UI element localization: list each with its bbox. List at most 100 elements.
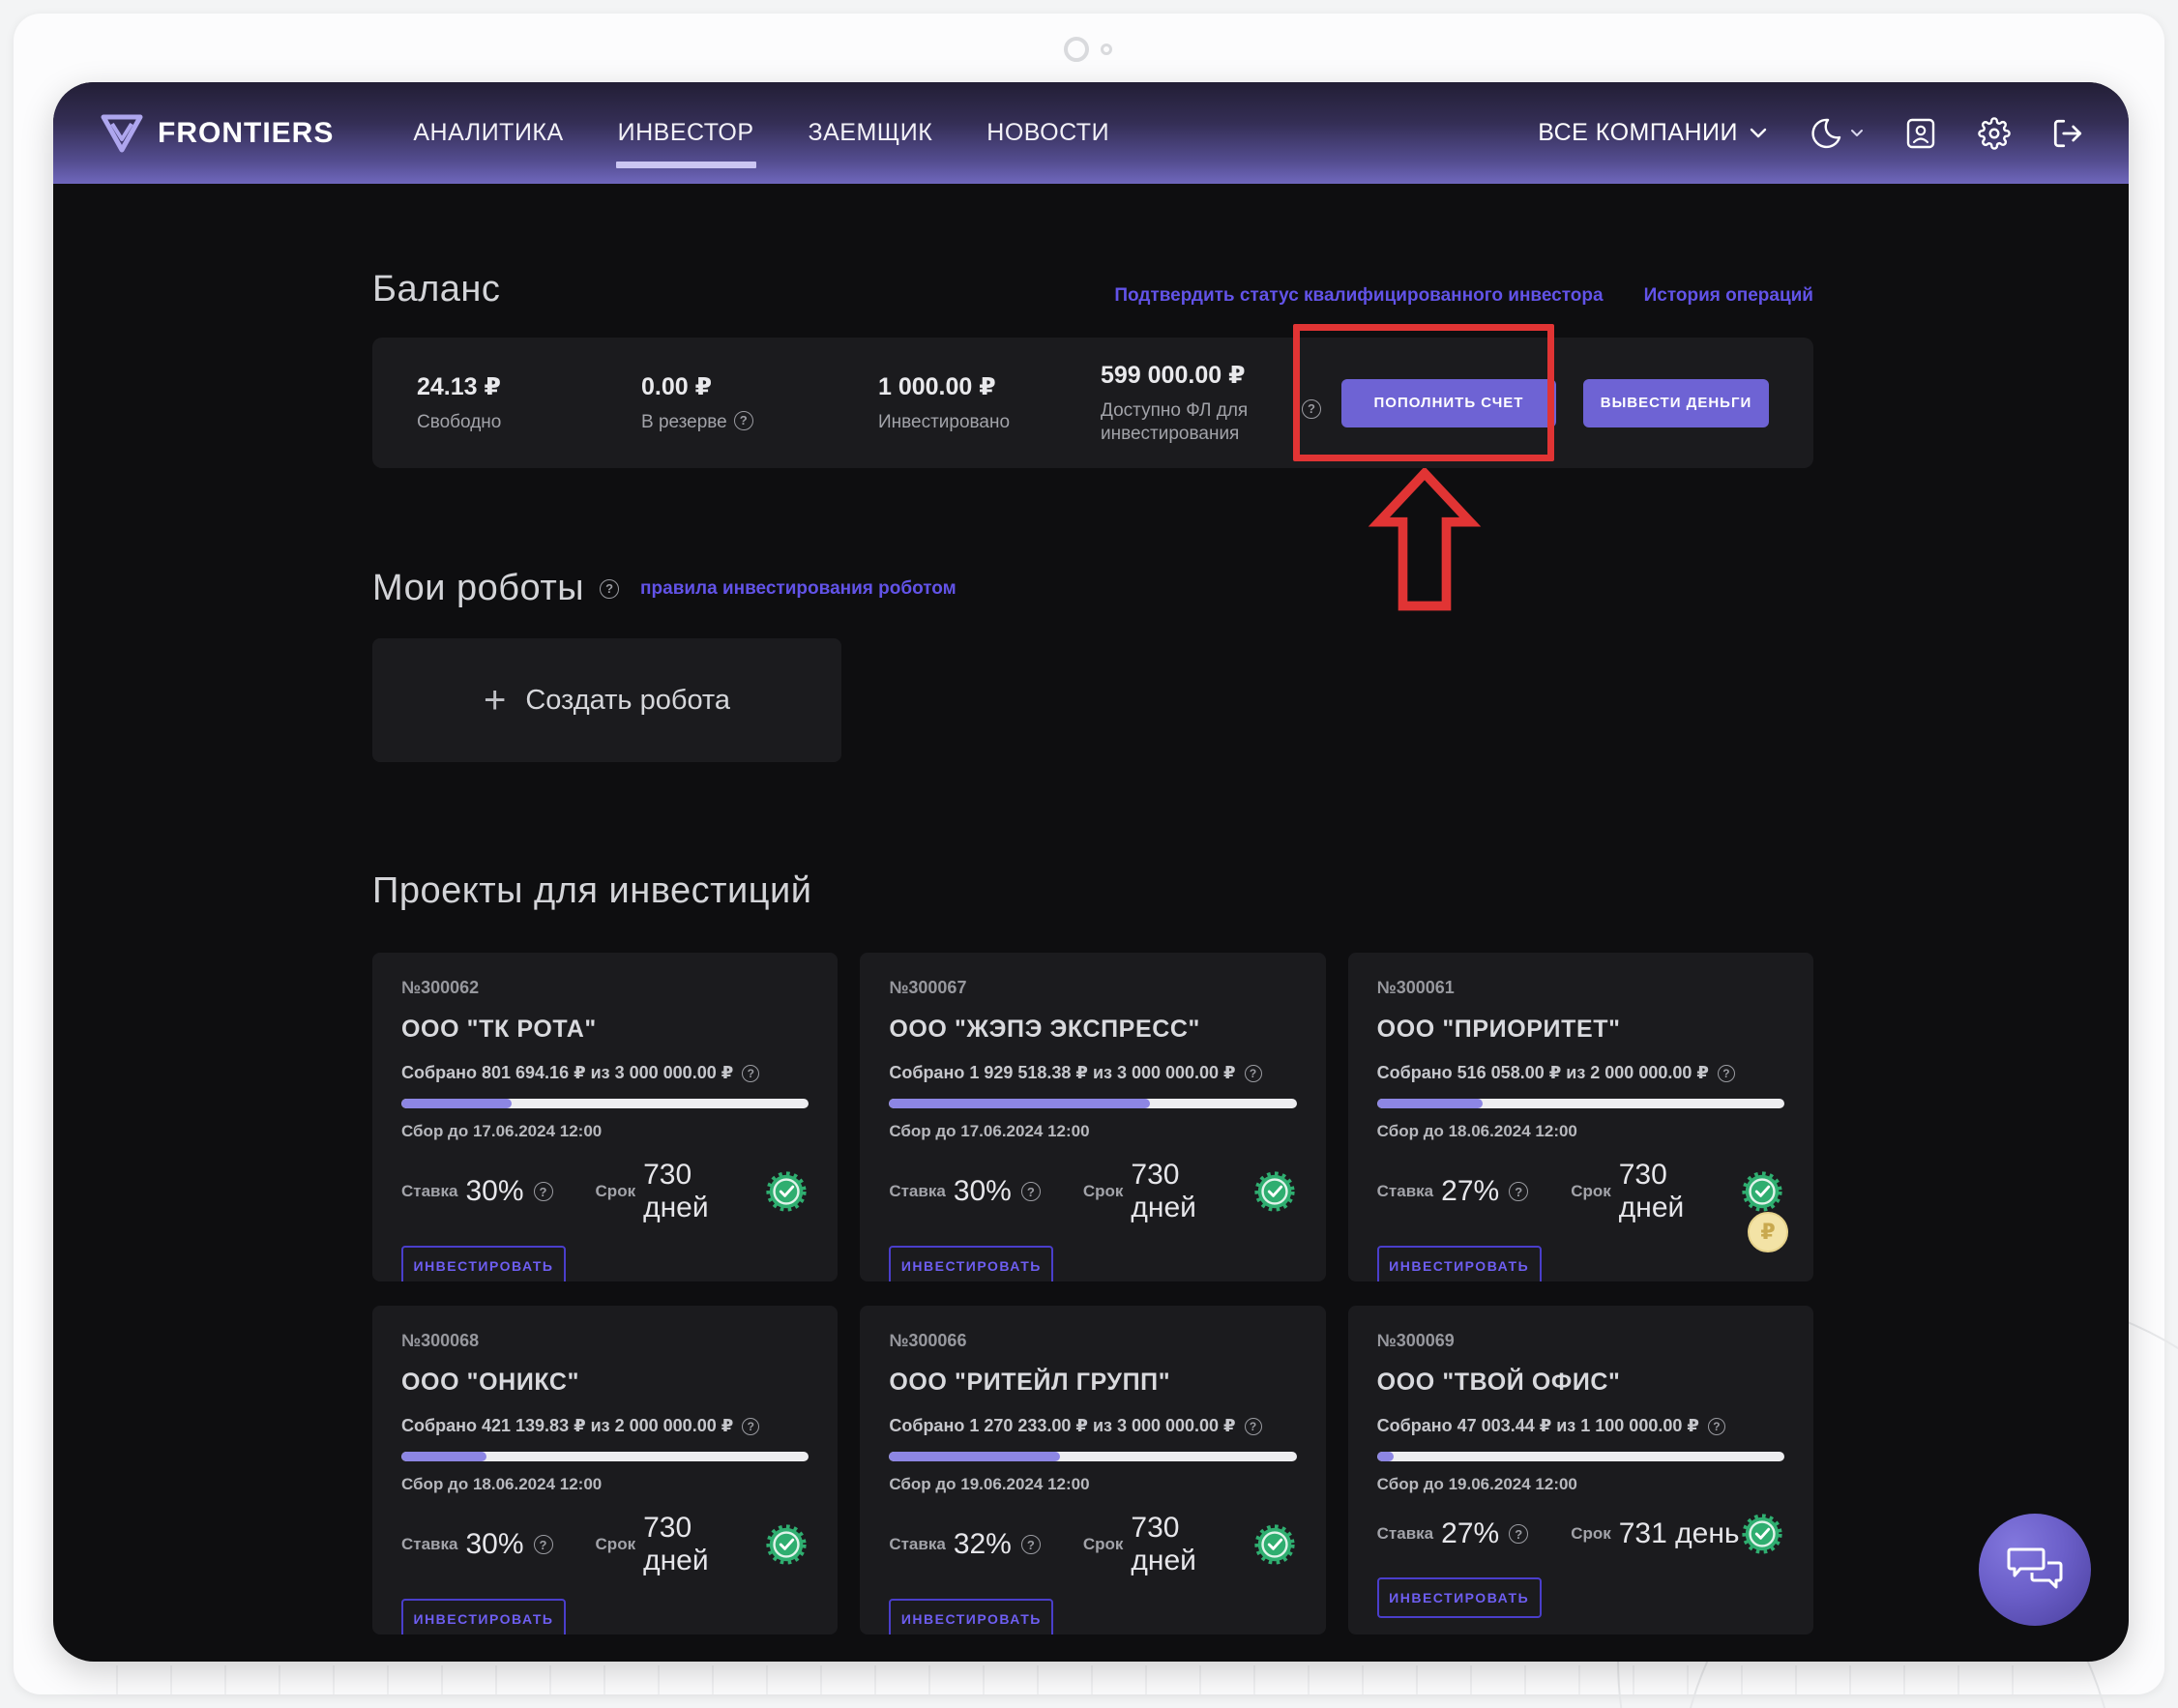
logout-button[interactable] bbox=[2051, 117, 2084, 150]
ruble-coin-icon bbox=[1748, 1212, 1788, 1252]
active-tab-underline bbox=[616, 162, 756, 168]
info-icon[interactable] bbox=[1021, 1535, 1041, 1554]
chat-bubbles-icon bbox=[2005, 1544, 2065, 1596]
progress-bar bbox=[1377, 1452, 1784, 1461]
term-value: 730 дней bbox=[643, 1159, 764, 1224]
stat-reserved: 0.00 ₽ В резерве bbox=[641, 372, 878, 434]
chevron-down-icon bbox=[1850, 129, 1864, 137]
brand-name: FRONTIERS bbox=[158, 117, 334, 150]
stat-available-label: Доступно ФЛ для инвестирования bbox=[1101, 399, 1321, 446]
term-value: 730 дней bbox=[1619, 1159, 1740, 1224]
robots-header: Мои роботы правила инвестирования робото… bbox=[372, 568, 1813, 609]
info-icon[interactable] bbox=[1718, 1065, 1735, 1082]
robot-rules-link[interactable]: правила инвестирования роботом bbox=[640, 578, 957, 600]
rate-value: 32% bbox=[954, 1528, 1012, 1561]
nav-item-investor[interactable]: ИНВЕСТОР bbox=[618, 82, 754, 184]
project-collected: Собрано 516 058.00 ₽ из 2 000 000.00 ₽ bbox=[1377, 1063, 1784, 1083]
operations-history-link[interactable]: История операций bbox=[1644, 285, 1813, 307]
project-number: №300062 bbox=[401, 978, 809, 998]
progress-bar bbox=[889, 1099, 1296, 1108]
stat-free-label: Свободно bbox=[417, 411, 641, 434]
camera-dot-icon bbox=[1101, 44, 1112, 55]
info-icon[interactable] bbox=[742, 1418, 759, 1435]
chat-button[interactable] bbox=[1979, 1514, 2091, 1626]
info-icon[interactable] bbox=[1708, 1418, 1725, 1435]
invest-button[interactable]: ИНВЕСТИРОВАТЬ bbox=[401, 1246, 566, 1281]
progress-fill bbox=[401, 1099, 512, 1108]
project-card: №300067 ООО "ЖЭПЭ ЭКСПРЕСС" Собрано 1 92… bbox=[860, 953, 1325, 1281]
info-icon[interactable] bbox=[1509, 1182, 1528, 1201]
progress-bar bbox=[401, 1452, 809, 1461]
rate-value: 27% bbox=[1441, 1175, 1499, 1208]
camera-ring-icon bbox=[1064, 37, 1089, 62]
qualify-investor-link[interactable]: Подтвердить статус квалифицированного ин… bbox=[1114, 285, 1603, 307]
invest-button[interactable]: ИНВЕСТИРОВАТЬ bbox=[889, 1599, 1053, 1634]
balance-title: Баланс bbox=[372, 269, 500, 310]
project-stats: Ставка 32% Срок 730 дней bbox=[889, 1512, 1296, 1577]
profile-button[interactable] bbox=[1904, 117, 1937, 150]
info-icon[interactable] bbox=[742, 1065, 759, 1082]
info-icon[interactable] bbox=[534, 1535, 553, 1554]
stat-free: 24.13 ₽ Свободно bbox=[417, 372, 641, 434]
project-deadline: Сбор до 18.06.2024 12:00 bbox=[401, 1475, 809, 1494]
project-deadline: Сбор до 18.06.2024 12:00 bbox=[1377, 1122, 1784, 1141]
term-label: Срок bbox=[1083, 1535, 1124, 1554]
info-icon[interactable] bbox=[1021, 1182, 1041, 1201]
term-value: 730 дней bbox=[1131, 1512, 1251, 1577]
balance-header: Баланс Подтвердить статус квалифицирован… bbox=[372, 269, 1813, 310]
verified-badge-icon bbox=[764, 1522, 809, 1567]
create-robot-card[interactable]: Создать робота bbox=[372, 638, 841, 762]
info-icon[interactable] bbox=[600, 579, 619, 599]
company-selector[interactable]: ВСЕ КОМПАНИИ bbox=[1538, 119, 1767, 147]
info-icon[interactable] bbox=[734, 411, 753, 430]
project-card: №300061 ООО "ПРИОРИТЕТ" Собрано 516 058.… bbox=[1348, 953, 1813, 1281]
create-robot-label: Создать робота bbox=[525, 685, 730, 717]
stat-available: 599 000.00 ₽ Доступно ФЛ для инвестирова… bbox=[1101, 361, 1321, 446]
withdraw-button[interactable]: ВЫВЕСТИ ДЕНЬГИ bbox=[1583, 379, 1769, 427]
page-background: FRONTIERS АНАЛИТИКА ИНВЕСТОР ЗАЕМЩИК НОВ… bbox=[0, 0, 2178, 1708]
info-icon[interactable] bbox=[1509, 1524, 1528, 1544]
nav-item-analytics[interactable]: АНАЛИТИКА bbox=[413, 82, 563, 184]
nav-item-borrower[interactable]: ЗАЕМЩИК bbox=[809, 82, 933, 184]
nav-item-news[interactable]: НОВОСТИ bbox=[986, 82, 1109, 184]
info-icon[interactable] bbox=[534, 1182, 553, 1201]
project-card: №300068 ООО "ОНИКС" Собрано 421 139.83 ₽… bbox=[372, 1306, 838, 1634]
balance-card: 24.13 ₽ Свободно 0.00 ₽ В резерве 1 000.… bbox=[372, 338, 1813, 468]
rate-value: 30% bbox=[954, 1175, 1012, 1208]
rate-label: Ставка bbox=[401, 1182, 457, 1201]
progress-fill bbox=[401, 1452, 486, 1461]
project-deadline: Сбор до 19.06.2024 12:00 bbox=[1377, 1475, 1784, 1494]
term-label: Срок bbox=[1083, 1182, 1124, 1201]
invest-button[interactable]: ИНВЕСТИРОВАТЬ bbox=[1377, 1246, 1542, 1281]
verified-badge-icon bbox=[1252, 1522, 1297, 1567]
settings-button[interactable] bbox=[1978, 117, 2011, 150]
app-window: FRONTIERS АНАЛИТИКА ИНВЕСТОР ЗАЕМЩИК НОВ… bbox=[53, 82, 2129, 1662]
theme-toggle[interactable] bbox=[1808, 116, 1864, 151]
stat-free-value: 24.13 ₽ bbox=[417, 372, 641, 401]
project-deadline: Сбор до 17.06.2024 12:00 bbox=[401, 1122, 809, 1141]
deposit-button[interactable]: ПОПОЛНИТЬ СЧЕТ bbox=[1341, 379, 1556, 427]
nav-item-investor-label: ИНВЕСТОР bbox=[618, 119, 754, 147]
project-number: №300066 bbox=[889, 1331, 1296, 1351]
project-collected: Собрано 1 270 233.00 ₽ из 3 000 000.00 ₽ bbox=[889, 1416, 1296, 1436]
progress-bar bbox=[889, 1452, 1296, 1461]
info-icon[interactable] bbox=[1245, 1065, 1262, 1082]
invest-button[interactable]: ИНВЕСТИРОВАТЬ bbox=[889, 1246, 1053, 1281]
logout-icon bbox=[2051, 117, 2084, 150]
term-label: Срок bbox=[596, 1535, 636, 1554]
stat-reserved-label: В резерве bbox=[641, 411, 878, 434]
stat-available-value: 599 000.00 ₽ bbox=[1101, 361, 1321, 390]
info-icon[interactable] bbox=[1245, 1418, 1262, 1435]
project-collected: Собрано 1 929 518.38 ₽ из 3 000 000.00 ₽ bbox=[889, 1063, 1296, 1083]
invest-button[interactable]: ИНВЕСТИРОВАТЬ bbox=[1377, 1577, 1542, 1618]
brand-logo[interactable]: FRONTIERS bbox=[100, 113, 334, 154]
device-camera-dots bbox=[1064, 37, 1112, 62]
frontiers-logo-icon bbox=[100, 113, 144, 154]
project-deadline: Сбор до 19.06.2024 12:00 bbox=[889, 1475, 1296, 1494]
info-icon[interactable] bbox=[1302, 399, 1321, 419]
invest-button[interactable]: ИНВЕСТИРОВАТЬ bbox=[401, 1599, 566, 1634]
project-stats: Ставка 27% Срок 730 дней bbox=[1377, 1159, 1784, 1224]
project-name: ООО "ПРИОРИТЕТ" bbox=[1377, 1016, 1784, 1044]
stat-invested-value: 1 000.00 ₽ bbox=[878, 372, 1101, 401]
progress-fill bbox=[889, 1099, 1150, 1108]
